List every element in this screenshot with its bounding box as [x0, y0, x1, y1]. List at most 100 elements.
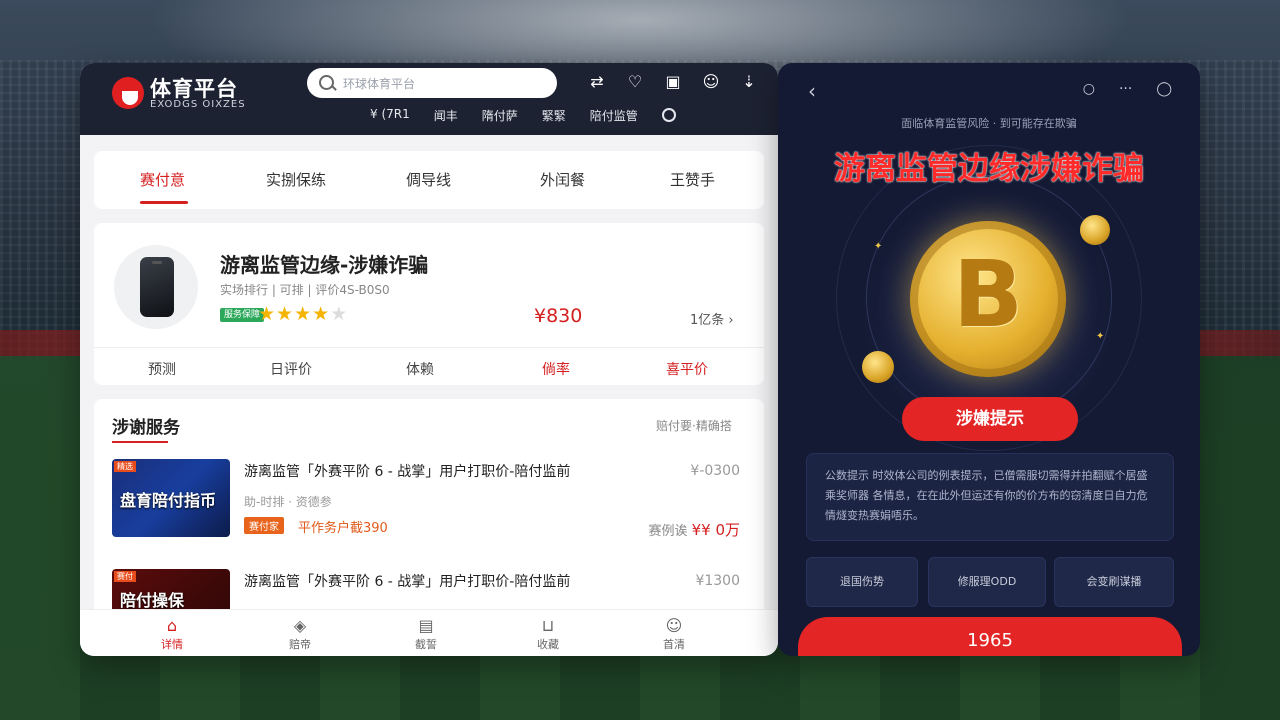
- ticket-icon[interactable]: ♡: [624, 71, 646, 93]
- search-icon: [319, 75, 334, 90]
- item-title: 游离监管「外赛平阶 6 - 战掌」用户打职价-陪付监前: [244, 464, 571, 480]
- left-app-window: 体育平台 EXODGS OIXZES 环球体育平台 ⇄ ♡ ▣ ☺ ⇣ ¥ (7…: [80, 63, 778, 656]
- product-price: ¥830: [534, 305, 583, 327]
- tab-2[interactable]: 实捌保练: [266, 169, 326, 190]
- topnav-item[interactable]: 闻丰: [434, 107, 458, 124]
- thumbnail-tag: 精选: [114, 461, 136, 472]
- product-subtitle: 实场排行 | 可排 | 评价4S-B0S0: [220, 283, 390, 297]
- thumbnail-text: 陪付操保: [120, 591, 185, 609]
- search-icon[interactable]: [661, 108, 676, 122]
- small-coin-icon: [862, 351, 894, 383]
- phone-icon: [140, 257, 174, 317]
- top-bar: 体育平台 EXODGS OIXZES 环球体育平台 ⇄ ♡ ▣ ☺ ⇣ ¥ (7…: [80, 63, 778, 135]
- item-title: 游离监管「外赛平阶 6 - 战掌」用户打职价-陪付监前: [244, 574, 571, 590]
- action-1[interactable]: 预测: [148, 359, 176, 379]
- star-icon: ★: [330, 303, 349, 325]
- pay-icon[interactable]: ⇄: [586, 71, 608, 93]
- bitcoin-icon: B: [910, 221, 1066, 377]
- more-link[interactable]: 1亿条 ›: [690, 309, 734, 328]
- notice-box: 公数提示 时效体公司的例表提示，已僧需服切需得并拍翻赋个居盛乘奖师器 各情息，在…: [806, 453, 1174, 541]
- item-note: 平作务户截390: [298, 521, 388, 536]
- item-price: ¥1300: [695, 573, 740, 589]
- star-icon: ★: [276, 303, 295, 325]
- item-thumbnail: 精选 盘育陪付指币: [112, 459, 230, 537]
- option-button[interactable]: 退国伤势: [806, 557, 918, 607]
- item-price: ¥-0300: [690, 463, 740, 479]
- item-badge: 赛付家: [244, 517, 284, 534]
- thumbnail-tag: 赛付: [114, 571, 136, 582]
- search-icon[interactable]: ○: [1083, 81, 1095, 97]
- star-icon: ★: [258, 303, 277, 325]
- tab-5[interactable]: 王赞手: [670, 169, 715, 190]
- services-section: 涉谢服务 赔付要·精确搭 精选 盘育陪付指币 游离监管「外赛平阶 6 - 战掌」…: [94, 399, 764, 609]
- item-meta: 助-时排 · 资德参: [244, 495, 332, 509]
- more-icon[interactable]: ···: [1119, 81, 1132, 97]
- search-input[interactable]: 环球体育平台: [307, 68, 557, 98]
- product-image: [114, 245, 198, 329]
- section-underline: [112, 441, 168, 443]
- search-placeholder: 环球体育平台: [343, 77, 416, 91]
- message-icon: ▤: [418, 616, 434, 635]
- item-price-secondary: 赛例诶 ¥¥ 0万: [648, 519, 740, 540]
- compass-icon: ◈: [293, 616, 307, 635]
- logo-icon: [112, 77, 144, 109]
- option-button[interactable]: 修服理ODD: [928, 557, 1046, 607]
- nav-label: 首清: [663, 638, 685, 651]
- star-icon: ★: [312, 303, 331, 325]
- nav-label: 赔帝: [289, 638, 311, 651]
- nav-label: 截誓: [415, 638, 437, 651]
- rating-stars: ★★★★★: [258, 303, 348, 325]
- product-card[interactable]: 游离监管边缘-涉嫌诈骗 实场排行 | 可排 | 评价4S-B0S0 服务保障 ★…: [94, 223, 764, 385]
- item-thumbnail: 赛付 陪付操保: [112, 569, 230, 609]
- warning-button[interactable]: 涉嫌提示: [902, 397, 1078, 441]
- panel-title: 游离监管边缘涉嫌诈骗: [834, 151, 1144, 187]
- top-icon-group: ⇄ ♡ ▣ ☺ ⇣: [586, 71, 760, 93]
- right-warning-panel: ‹ ○ ··· ◯ 面临体育监管风险 · 到可能存在欺骗 游离监管边缘涉嫌诈骗 …: [778, 63, 1200, 656]
- nav-favorites[interactable]: ⊔ 收藏: [518, 616, 578, 652]
- bottom-navigation: ⌂ 详情 ◈ 赔帝 ▤ 截誓 ⊔ 收藏 ☺ 首清: [80, 609, 778, 656]
- topnav-item[interactable]: 陪付监管: [590, 107, 638, 124]
- product-title: 游离监管边缘-涉嫌诈骗: [220, 253, 429, 277]
- back-icon[interactable]: ‹: [808, 79, 816, 103]
- list-item[interactable]: 精选 盘育陪付指币 游离监管「外赛平阶 6 - 战掌」用户打职价-陪付监前 助-…: [112, 459, 752, 541]
- divider: [94, 347, 764, 348]
- home-icon: ⌂: [166, 616, 178, 635]
- notice-text: 公数提示 时效体公司的例表提示，已僧需服切需得并拍翻赋个居盛乘奖师器 各情息，在…: [825, 469, 1148, 522]
- action-3[interactable]: 体赖: [406, 359, 434, 379]
- star-icon: ★: [294, 303, 313, 325]
- list-item[interactable]: 赛付 陪付操保 游离监管「外赛平阶 6 - 战掌」用户打职价-陪付监前 ¥130…: [112, 569, 752, 609]
- section-filter[interactable]: 赔付要·精确搭: [656, 417, 732, 434]
- topnav-item[interactable]: ¥ (7R1: [370, 107, 410, 124]
- coin-symbol: B: [952, 241, 1024, 348]
- sparkle-icon: ✦: [1096, 331, 1105, 342]
- primary-action-button[interactable]: 1965: [798, 617, 1182, 656]
- thumbnail-text: 盘育陪付指币: [120, 491, 217, 510]
- action-4[interactable]: 倘率: [542, 359, 570, 379]
- nav-label: 收藏: [537, 638, 559, 651]
- price-label: 赛例诶: [648, 524, 688, 539]
- section-title: 涉谢服务: [112, 418, 180, 438]
- category-tabs: 赛付意 实捌保练 倜导线 外闰餐 王赞手: [94, 151, 764, 209]
- option-button[interactable]: 会变刷谋播: [1054, 557, 1174, 607]
- download-icon[interactable]: ⇣: [738, 71, 760, 93]
- sparkle-icon: ✦: [874, 241, 883, 252]
- small-coin-icon: [1080, 215, 1110, 245]
- nav-discover[interactable]: ◈ 赔帝: [270, 616, 330, 652]
- nav-label: 详情: [161, 638, 183, 651]
- action-2[interactable]: 日评价: [270, 359, 312, 379]
- tab-3[interactable]: 倜导线: [406, 169, 451, 190]
- tab-4[interactable]: 外闰餐: [540, 169, 585, 190]
- topnav-item[interactable]: 緊緊: [542, 107, 566, 124]
- panel-subtitle: 面临体育监管风险 · 到可能存在欺骗: [901, 117, 1077, 130]
- nav-profile[interactable]: ☺ 首清: [644, 616, 704, 652]
- tab-1[interactable]: 赛付意: [140, 169, 185, 190]
- close-icon[interactable]: ◯: [1156, 81, 1172, 97]
- top-navigation: ¥ (7R1 闻丰 隋付萨 緊緊 陪付监管: [370, 107, 676, 124]
- user-icon[interactable]: ☺: [700, 71, 722, 93]
- nav-messages[interactable]: ▤ 截誓: [396, 616, 456, 652]
- profile-icon: ☺: [665, 616, 683, 635]
- card-icon[interactable]: ▣: [662, 71, 684, 93]
- nav-home[interactable]: ⌂ 详情: [142, 616, 202, 652]
- topnav-item[interactable]: 隋付萨: [482, 107, 518, 124]
- action-5[interactable]: 喜平价: [666, 359, 708, 379]
